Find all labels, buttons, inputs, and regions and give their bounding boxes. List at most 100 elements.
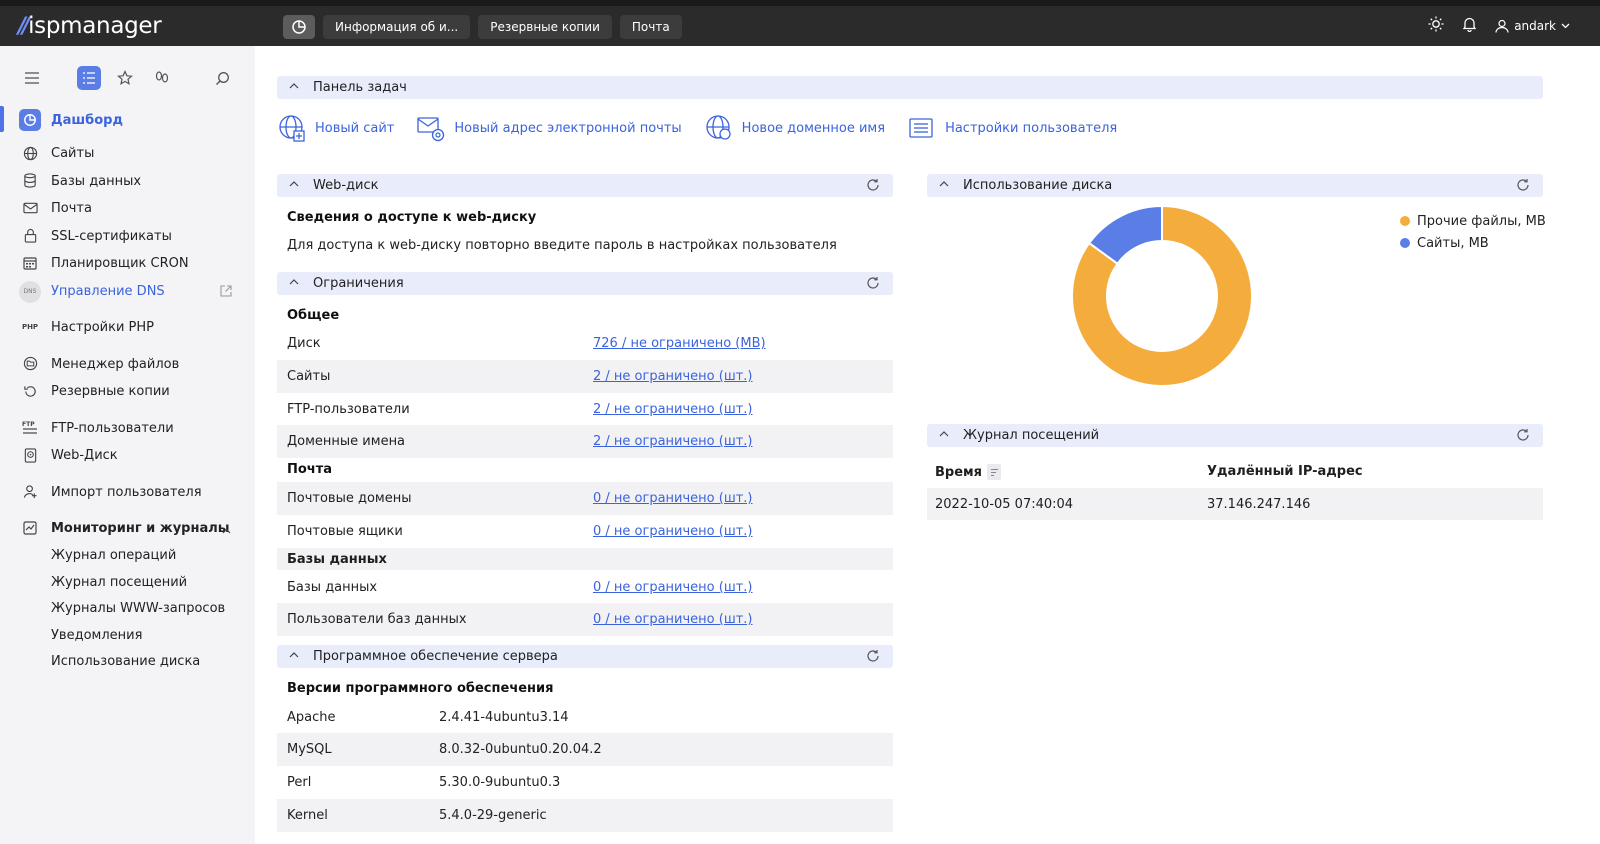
dashboard-tab[interactable] xyxy=(283,15,315,39)
main-content: Панель задач Новый сайт Новый адрес элек… xyxy=(255,46,1600,844)
sidebar-item-label: Базы данных xyxy=(51,173,142,189)
new-site-button[interactable]: Новый сайт xyxy=(277,113,394,143)
search-icon[interactable] xyxy=(210,66,234,90)
software-panel-header[interactable]: Программное обеспечение сервера xyxy=(277,645,893,668)
sidebar-item-label: Планировщик CRON xyxy=(51,256,189,272)
disk-usage-panel-header[interactable]: Использование диска xyxy=(927,174,1543,197)
limit-value-link[interactable]: 0 / не ограничено (шт.) xyxy=(593,491,753,506)
footprints-icon[interactable] xyxy=(150,66,174,90)
bell-icon[interactable] xyxy=(1462,16,1477,35)
chevron-up-icon[interactable] xyxy=(222,523,231,538)
refresh-icon[interactable] xyxy=(1516,178,1530,196)
menu-icon[interactable] xyxy=(20,66,44,90)
sidebar-item-dashboard[interactable]: Дашборд xyxy=(0,104,255,136)
visits-panel-header[interactable]: Журнал посещений xyxy=(927,424,1543,447)
chevron-up-icon[interactable] xyxy=(288,80,300,96)
refresh-icon[interactable] xyxy=(866,649,880,667)
table-row: Почтовые ящики 0 / не ограничено (шт.) xyxy=(277,515,893,548)
sort-icon[interactable] xyxy=(987,464,1002,480)
sidebar-item-backups[interactable]: Резервные копии xyxy=(0,378,255,406)
sidebar-item-ssl[interactable]: SSL-сертификаты xyxy=(0,223,255,251)
sidebar-item-dns[interactable]: DNS Управление DNS xyxy=(0,278,255,306)
chevron-up-icon[interactable] xyxy=(938,178,950,194)
legend-item-other-files[interactable]: Прочие файлы, MB xyxy=(1400,210,1546,232)
legend-item-sites[interactable]: Сайты, MB xyxy=(1400,232,1546,254)
sidebar-sub-disk-usage[interactable]: Использование диска xyxy=(0,649,255,676)
sidebar-item-ftp[interactable]: FTP FTP-пользователи xyxy=(0,415,255,443)
limits-group-db-row: Базы данных xyxy=(277,548,893,570)
limit-value-link[interactable]: 0 / не ограничено (шт.) xyxy=(593,580,753,595)
sidebar-item-monitoring[interactable]: Мониторинг и журналы xyxy=(0,515,255,543)
limits-group-mail: Почта xyxy=(287,462,333,477)
quick-actions: Новый сайт Новый адрес электронной почты… xyxy=(277,113,1139,143)
webdisk-icon xyxy=(21,446,39,464)
nav-gap xyxy=(0,342,255,351)
folder-icon xyxy=(21,355,39,373)
column-header-ip[interactable]: Удалённый IP-адрес xyxy=(1207,464,1363,479)
sidebar-item-file-manager[interactable]: Менеджер файлов xyxy=(0,351,255,379)
logo[interactable]: // ispmanager xyxy=(18,13,162,39)
sidebar-item-webdisk[interactable]: Web-Диск xyxy=(0,442,255,470)
limit-value-link[interactable]: 0 / не ограничено (шт.) xyxy=(593,612,753,627)
sidebar-item-databases[interactable]: Базы данных xyxy=(0,168,255,196)
new-domain-label: Новое доменное имя xyxy=(741,120,886,136)
monitoring-icon xyxy=(21,519,39,537)
sidebar-item-sites[interactable]: Сайты xyxy=(0,140,255,168)
sidebar-item-label: Web-Диск xyxy=(51,448,118,464)
legend-label: Прочие файлы, MB xyxy=(1417,213,1546,229)
sidebar-item-label: Менеджер файлов xyxy=(51,356,180,372)
tasks-panel-header[interactable]: Панель задач xyxy=(277,76,1543,99)
legend-label: Сайты, MB xyxy=(1417,235,1489,251)
refresh-icon[interactable] xyxy=(866,178,880,196)
tab-mail[interactable]: Почта xyxy=(619,15,682,39)
refresh-icon[interactable] xyxy=(1516,428,1530,446)
user-settings-button[interactable]: Настройки пользователя xyxy=(907,113,1117,143)
table-row: Perl 5.30.0-9ubuntu0.3 xyxy=(277,766,893,799)
chevron-up-icon[interactable] xyxy=(288,649,300,665)
limit-value-link[interactable]: 726 / не ограничено (MB) xyxy=(593,336,766,351)
nav-gap xyxy=(0,470,255,479)
chevron-down-icon xyxy=(1561,23,1570,28)
list-view-icon[interactable] xyxy=(77,66,101,90)
sidebar-item-label: FTP-пользователи xyxy=(51,420,174,436)
legend-dot xyxy=(1400,238,1410,248)
visits-panel-title: Журнал посещений xyxy=(963,428,1100,443)
external-link-icon[interactable] xyxy=(219,284,233,302)
theme-toggle-icon[interactable] xyxy=(1428,16,1444,35)
sidebar-item-cron[interactable]: Планировщик CRON xyxy=(0,250,255,278)
sidebar-item-php[interactable]: PHP Настройки PHP xyxy=(0,314,255,342)
user-menu[interactable]: andark xyxy=(1495,19,1570,33)
sidebar-sub-operations-log[interactable]: Журнал операций xyxy=(0,543,255,570)
limits-group-general: Общее xyxy=(287,308,340,323)
limit-value-link[interactable]: 2 / не ограничено (шт.) xyxy=(593,369,753,384)
column-header-time[interactable]: Время xyxy=(935,464,1002,480)
visit-time: 2022-10-05 07:40:04 xyxy=(935,497,1074,512)
sidebar-item-label: Почта xyxy=(51,201,92,217)
chevron-up-icon[interactable] xyxy=(288,276,300,292)
sidebar-item-mail[interactable]: Почта xyxy=(0,195,255,223)
user-settings-label: Настройки пользователя xyxy=(945,120,1118,136)
refresh-icon[interactable] xyxy=(866,276,880,294)
webdisk-panel-header[interactable]: Web-диск xyxy=(277,174,893,197)
limit-key: Сайты xyxy=(287,369,331,384)
sidebar-item-label: Настройки PHP xyxy=(51,320,155,336)
limit-value-link[interactable]: 2 / не ограничено (шт.) xyxy=(593,434,753,449)
chevron-up-icon[interactable] xyxy=(938,428,950,444)
new-domain-button[interactable]: Новое доменное имя xyxy=(704,113,885,143)
sidebar-item-user-import[interactable]: Импорт пользователя xyxy=(0,479,255,507)
chevron-up-icon[interactable] xyxy=(288,178,300,194)
limits-panel-header[interactable]: Ограничения xyxy=(277,272,893,295)
limit-value-link[interactable]: 2 / не ограничено (шт.) xyxy=(593,402,753,417)
sidebar-sub-www-logs[interactable]: Журналы WWW-запросов xyxy=(0,596,255,623)
top-tabs: Информация об и... Резервные копии Почта xyxy=(283,15,682,39)
software-name: Apache xyxy=(287,710,336,725)
dashboard-icon xyxy=(19,109,41,131)
star-icon[interactable] xyxy=(113,66,137,90)
tab-backups[interactable]: Резервные копии xyxy=(478,15,612,39)
chart-legend: Прочие файлы, MB Сайты, MB xyxy=(1400,210,1546,254)
sidebar-sub-notifications[interactable]: Уведомления xyxy=(0,622,255,649)
new-email-button[interactable]: Новый адрес электронной почты xyxy=(416,113,682,143)
tab-info[interactable]: Информация об и... xyxy=(323,15,471,39)
sidebar-sub-visits-log[interactable]: Журнал посещений xyxy=(0,569,255,596)
limit-value-link[interactable]: 0 / не ограничено (шт.) xyxy=(593,524,753,539)
